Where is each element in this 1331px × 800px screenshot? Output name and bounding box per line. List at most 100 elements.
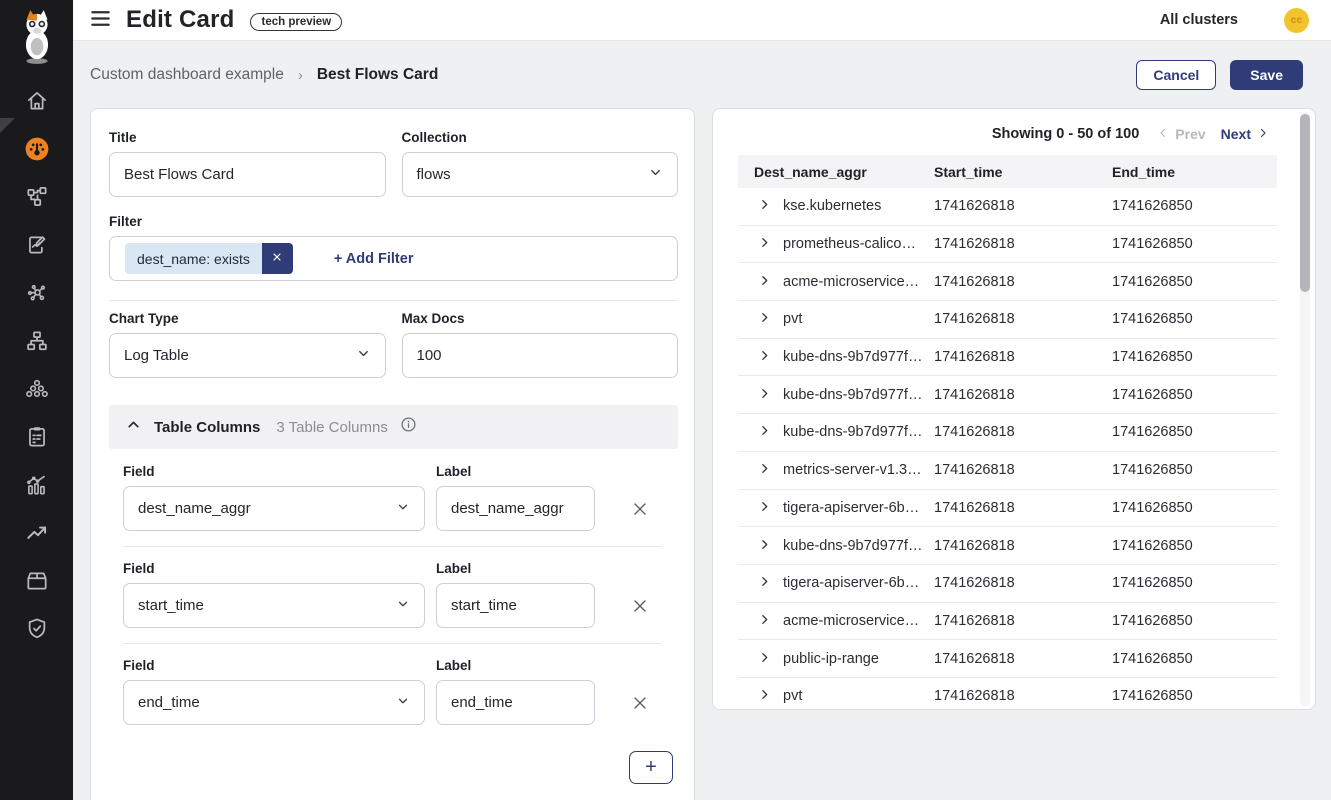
column-field-select[interactable]: start_time — [123, 583, 425, 628]
table-row[interactable]: pvt 1741626818 1741626850 — [738, 678, 1277, 710]
column-field-select[interactable]: dest_name_aggr — [123, 486, 425, 531]
remove-filter-button[interactable] — [262, 243, 293, 274]
expand-row-button[interactable] — [758, 349, 771, 365]
sidebar-item-service-graph[interactable] — [0, 174, 73, 222]
breadcrumb-parent-link[interactable]: Custom dashboard example — [90, 66, 284, 84]
table-row[interactable]: tigera-apiserver-6b… 1741626818 17416268… — [738, 565, 1277, 603]
table-row[interactable]: tigera-apiserver-6b… 1741626818 17416268… — [738, 490, 1277, 528]
add-filter-button[interactable]: + Add Filter — [334, 251, 414, 267]
expand-row-button[interactable] — [758, 613, 771, 629]
bar-line-chart-icon — [24, 472, 50, 501]
table-row[interactable]: kse.kubernetes 1741626818 1741626850 — [738, 188, 1277, 226]
document-edit-icon — [24, 232, 50, 261]
collection-value: flows — [417, 166, 451, 183]
table-row[interactable]: prometheus-calico… 1741626818 1741626850 — [738, 226, 1277, 264]
close-icon — [630, 499, 650, 522]
end-time-cell: 1741626850 — [1096, 538, 1277, 554]
expand-row-button[interactable] — [758, 462, 771, 478]
expand-row-button[interactable] — [758, 500, 771, 516]
expand-row-button[interactable] — [758, 424, 771, 440]
calico-cat-logo[interactable] — [0, 0, 73, 66]
title-group: Title — [109, 130, 386, 197]
column-field-value: dest_name_aggr — [138, 500, 251, 517]
cluster-circles-icon — [24, 376, 50, 405]
table-row[interactable]: kube-dns-9b7d977f… 1741626818 1741626850 — [738, 376, 1277, 414]
table-row[interactable]: acme-microservice… 1741626818 1741626850 — [738, 263, 1277, 301]
cancel-button[interactable]: Cancel — [1136, 60, 1216, 90]
dest-cell: acme-microservice… — [738, 274, 918, 290]
dest-value: kube-dns-9b7d977f… — [783, 387, 922, 403]
edit-card-form: Title Collection flows Filter dest_name:… — [90, 108, 695, 800]
column-label-input[interactable] — [436, 583, 595, 628]
chevron-right-icon — [758, 651, 771, 667]
table-row[interactable]: public-ip-range 1741626818 1741626850 — [738, 640, 1277, 678]
title-input[interactable] — [109, 152, 386, 197]
sidebar-item-statistics[interactable] — [0, 462, 73, 510]
prev-label: Prev — [1175, 126, 1205, 142]
column-header-start: Start_time — [918, 164, 1096, 180]
expand-row-button[interactable] — [758, 236, 771, 252]
remove-column-button[interactable] — [630, 499, 650, 522]
sidebar-item-clusters[interactable] — [0, 366, 73, 414]
table-row[interactable]: metrics-server-v1.3… 1741626818 17416268… — [738, 452, 1277, 490]
column-label-input[interactable] — [436, 680, 595, 725]
collection-select[interactable]: flows — [402, 152, 679, 197]
table-row[interactable]: acme-microservice… 1741626818 1741626850 — [738, 603, 1277, 641]
dest-cell: kube-dns-9b7d977f… — [738, 424, 918, 440]
expand-row-button[interactable] — [758, 387, 771, 403]
label-label: Label — [436, 658, 595, 673]
sidebar-item-security[interactable] — [0, 606, 73, 654]
cluster-selector[interactable]: All clusters — [1160, 12, 1238, 28]
expand-row-button[interactable] — [758, 688, 771, 704]
preview-scrollbar-track[interactable] — [1300, 112, 1310, 706]
preview-scrollbar-thumb[interactable] — [1300, 114, 1310, 292]
column-label-input[interactable] — [436, 486, 595, 531]
preview-table: Dest_name_aggr Start_time End_time kse.k… — [738, 155, 1277, 710]
add-column-button[interactable]: + — [629, 751, 673, 784]
column-field-select[interactable]: end_time — [123, 680, 425, 725]
expand-row-button[interactable] — [758, 198, 771, 214]
hamburger-menu-button[interactable] — [89, 7, 112, 33]
remove-column-button[interactable] — [630, 693, 650, 716]
dest-cell: public-ip-range — [738, 651, 918, 667]
prev-page-button[interactable]: Prev — [1157, 126, 1205, 142]
expand-row-button[interactable] — [758, 311, 771, 327]
chevron-right-icon — [758, 349, 771, 365]
network-nodes-icon — [24, 184, 50, 213]
sidebar-item-nodes[interactable] — [0, 318, 73, 366]
expand-row-button[interactable] — [758, 274, 771, 290]
expand-row-button[interactable] — [758, 651, 771, 667]
sidebar-item-compliance[interactable] — [0, 414, 73, 462]
page-title: Edit Card — [126, 6, 234, 34]
user-avatar[interactable]: cc — [1284, 8, 1309, 33]
table-row[interactable]: kube-dns-9b7d977f… 1741626818 1741626850 — [738, 527, 1277, 565]
filter-box[interactable]: dest_name: exists + Add Filter — [109, 236, 678, 281]
save-button[interactable]: Save — [1230, 60, 1303, 90]
table-row[interactable]: pvt 1741626818 1741626850 — [738, 301, 1277, 339]
chevron-right-icon — [758, 688, 771, 704]
sidebar-item-policies[interactable] — [0, 222, 73, 270]
chevron-right-icon — [758, 613, 771, 629]
sidebar-item-image-assurance[interactable] — [0, 558, 73, 606]
dest-value: acme-microservice… — [783, 274, 919, 290]
table-row[interactable]: kube-dns-9b7d977f… 1741626818 1741626850 — [738, 339, 1277, 377]
breadcrumb-current: Best Flows Card — [317, 66, 438, 84]
sidebar-item-dashboards[interactable] — [0, 126, 73, 174]
breadcrumb-separator: › — [298, 67, 303, 84]
dest-value: pvt — [783, 311, 802, 327]
package-box-icon — [24, 568, 50, 597]
expand-row-button[interactable] — [758, 575, 771, 591]
table-row[interactable]: kube-dns-9b7d977f… 1741626818 1741626850 — [738, 414, 1277, 452]
table-columns-accordion[interactable]: Table Columns 3 Table Columns — [109, 405, 678, 449]
start-time-cell: 1741626818 — [918, 538, 1096, 554]
chevron-right-icon — [758, 575, 771, 591]
sidebar-item-threat-feeds[interactable] — [0, 510, 73, 558]
remove-column-button[interactable] — [630, 596, 650, 619]
dest-cell: kse.kubernetes — [738, 198, 918, 214]
max-docs-input[interactable] — [402, 333, 679, 378]
info-icon[interactable] — [400, 416, 417, 438]
sidebar-item-flow-graph[interactable] — [0, 270, 73, 318]
expand-row-button[interactable] — [758, 538, 771, 554]
next-page-button[interactable]: Next — [1221, 126, 1269, 142]
chart-type-select[interactable]: Log Table — [109, 333, 386, 378]
